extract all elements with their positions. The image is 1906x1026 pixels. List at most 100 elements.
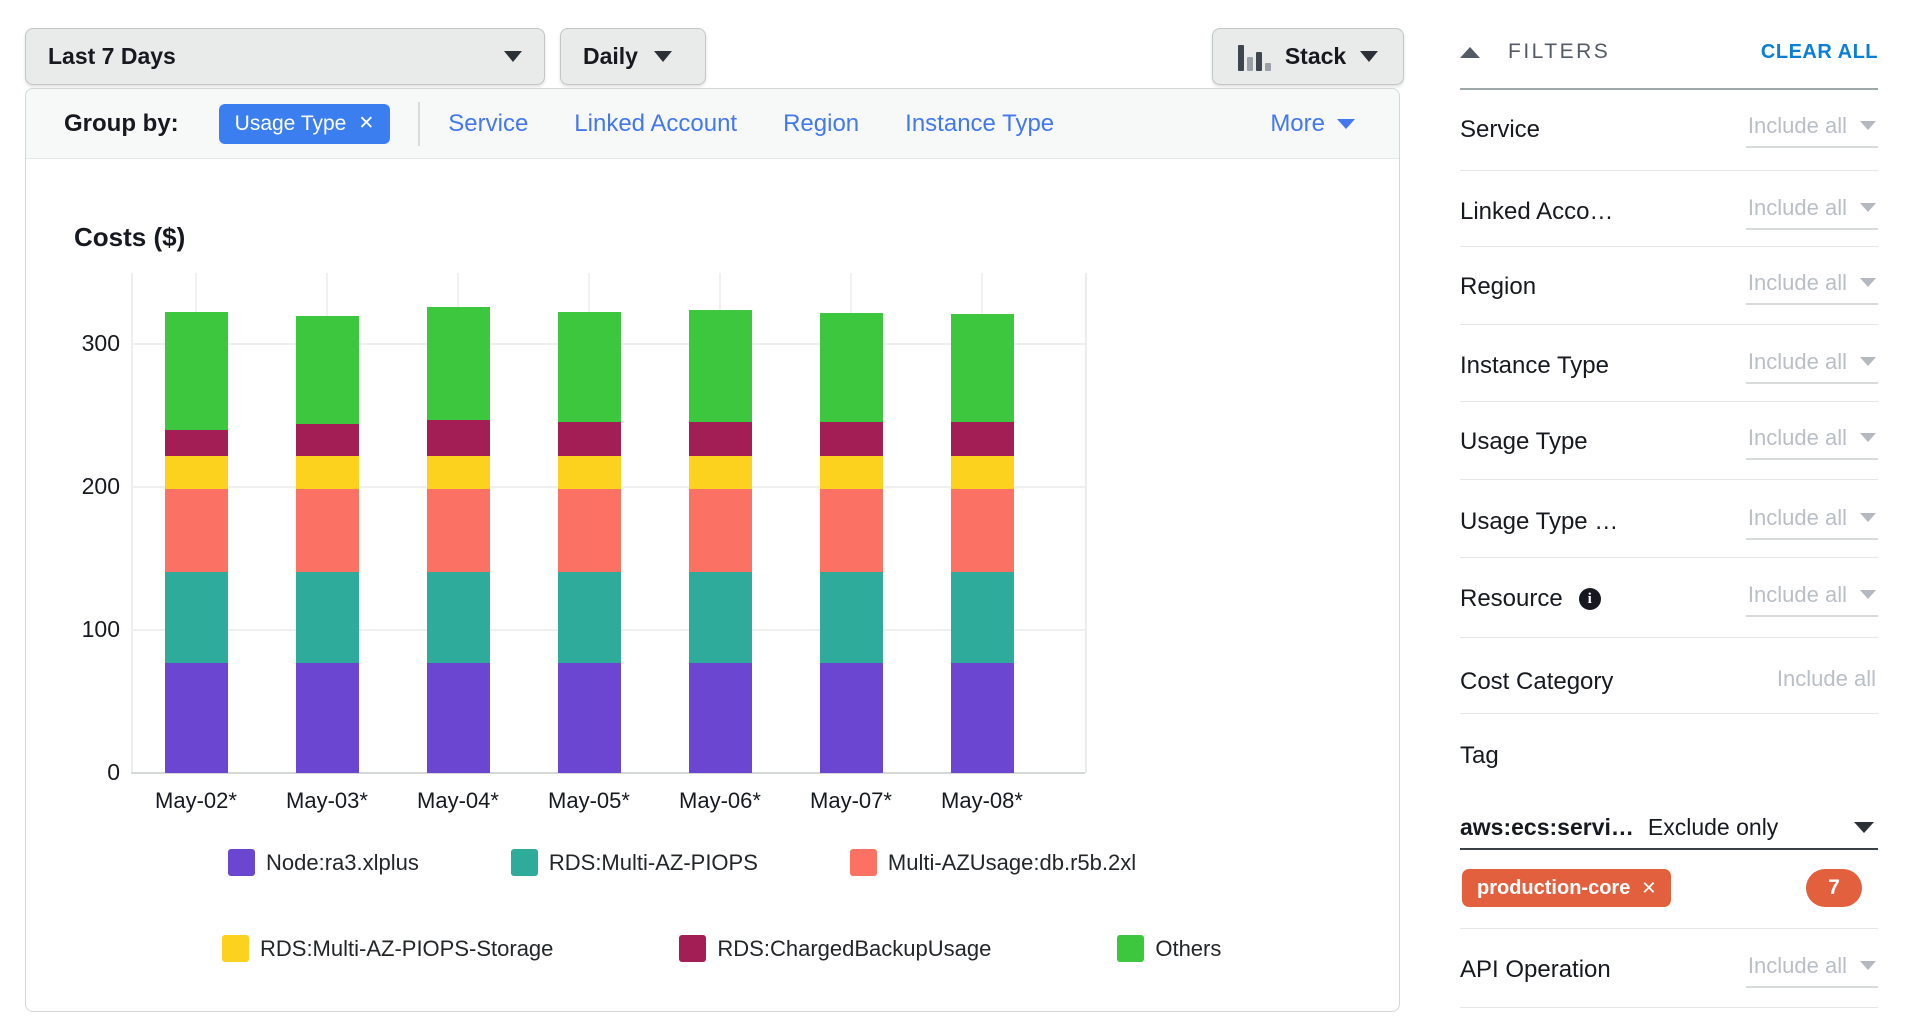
include-all-value: Include all — [1748, 582, 1847, 608]
tag-filter-dropdown[interactable]: aws:ecs:servi… Exclude only — [1460, 806, 1878, 850]
chart-legend-row-2: RDS:Multi-AZ-PIOPS-StorageRDS:ChargedBac… — [25, 935, 1400, 962]
filter-label-api-operation: API Operation — [1460, 956, 1611, 984]
divider — [1460, 479, 1878, 480]
group-by-more-dropdown[interactable]: More — [1270, 110, 1355, 138]
api-operation-include-dropdown[interactable]: Include all — [1746, 953, 1878, 988]
group-by-link-region[interactable]: Region — [783, 110, 859, 138]
legend-swatch — [222, 935, 249, 962]
bar-segment-rds-multi-az-piops-storage[interactable] — [296, 456, 359, 489]
filter-row-cost-category: Cost CategoryInclude all — [1460, 658, 1878, 706]
plot-left-edge — [131, 273, 133, 773]
bar-segment-others[interactable] — [296, 316, 359, 425]
y-axis-tick-label: 100 — [40, 616, 120, 643]
filter-label: Region — [1460, 273, 1536, 301]
chart-title: Costs ($) — [74, 222, 185, 253]
chevron-down-icon — [1860, 203, 1876, 212]
include-all-dropdown[interactable]: Include all — [1746, 113, 1878, 148]
include-all-value: Include all — [1748, 425, 1847, 451]
filter-label-tag: Tag — [1460, 742, 1499, 770]
bar-segment-rds-chargedbackupusage[interactable] — [558, 422, 621, 456]
include-all-dropdown[interactable]: Include all — [1746, 425, 1878, 460]
bar-segment-rds-multi-az-piops[interactable] — [427, 572, 490, 663]
bar-segment-rds-multi-az-piops[interactable] — [296, 572, 359, 663]
legend-swatch — [679, 935, 706, 962]
include-all-dropdown[interactable]: Include all — [1746, 195, 1878, 230]
bar-segment-multi-azusage-db-r5b-2xl[interactable] — [689, 489, 752, 572]
bar-segment-others[interactable] — [951, 314, 1014, 421]
more-label: More — [1270, 110, 1325, 138]
divider — [1460, 324, 1878, 325]
group-by-chip-usage-type[interactable]: Usage Type ✕ — [219, 104, 391, 144]
close-icon[interactable]: ✕ — [358, 112, 374, 135]
group-by-link-linked-account[interactable]: Linked Account — [574, 110, 737, 138]
group-by-link-service[interactable]: Service — [448, 110, 528, 138]
bar-segment-rds-multi-az-piops[interactable] — [689, 572, 752, 663]
bar-segment-rds-multi-az-piops-storage[interactable] — [951, 456, 1014, 489]
bar-segment-rds-chargedbackupusage[interactable] — [820, 422, 883, 456]
cost-explorer-page: Last 7 Days Daily Stack Group by: Usage … — [0, 0, 1906, 1026]
bar-segment-rds-multi-az-piops-storage[interactable] — [427, 456, 490, 489]
bar-segment-multi-azusage-db-r5b-2xl[interactable] — [951, 489, 1014, 572]
info-icon[interactable]: i — [1579, 588, 1601, 610]
include-all-dropdown[interactable]: Include all — [1746, 270, 1878, 305]
bar-segment-rds-multi-az-piops[interactable] — [820, 572, 883, 663]
group-by-links: Service Linked Account Region Instance Type — [448, 110, 1054, 138]
bar-segment-rds-multi-az-piops-storage[interactable] — [165, 456, 228, 489]
chevron-down-icon — [1860, 513, 1876, 522]
filter-label: Linked Acco… — [1460, 198, 1613, 226]
legend-label: Others — [1155, 936, 1221, 962]
bar-segment-others[interactable] — [689, 310, 752, 421]
bar-segment-rds-chargedbackupusage[interactable] — [689, 422, 752, 456]
bar-segment-others[interactable] — [558, 312, 621, 422]
filter-label: Instance Type — [1460, 352, 1609, 380]
bar-segment-multi-azusage-db-r5b-2xl[interactable] — [558, 489, 621, 572]
legend-swatch — [1117, 935, 1144, 962]
bar-segment-rds-multi-az-piops-storage[interactable] — [689, 456, 752, 489]
bar-segment-node-ra3-xlplus[interactable] — [296, 663, 359, 773]
chart-legend-row-1: Node:ra3.xlplusRDS:Multi-AZ-PIOPSMulti-A… — [25, 849, 1400, 876]
include-all-dropdown[interactable]: Include all — [1746, 582, 1878, 617]
include-all-value: Include all — [1748, 113, 1847, 139]
close-icon[interactable]: ✕ — [1641, 878, 1656, 899]
bar-segment-others[interactable] — [165, 312, 228, 431]
x-axis-tick-label: May-02* — [126, 788, 266, 814]
collapse-filters-icon[interactable] — [1460, 47, 1480, 58]
divider — [1460, 713, 1878, 714]
bar-segment-rds-multi-az-piops[interactable] — [558, 572, 621, 663]
bar-segment-node-ra3-xlplus[interactable] — [165, 663, 228, 773]
bar-segment-rds-chargedbackupusage[interactable] — [165, 430, 228, 456]
include-all-dropdown: Include all — [1775, 666, 1878, 699]
y-axis-tick-label: 200 — [40, 473, 120, 500]
filter-row-instance-type: Instance Type Include all — [1460, 342, 1878, 390]
bar-segment-multi-azusage-db-r5b-2xl[interactable] — [296, 489, 359, 572]
bar-segment-multi-azusage-db-r5b-2xl[interactable] — [820, 489, 883, 572]
bar-segment-multi-azusage-db-r5b-2xl[interactable] — [427, 489, 490, 572]
chevron-down-icon — [1854, 822, 1874, 833]
bar-segment-multi-azusage-db-r5b-2xl[interactable] — [165, 489, 228, 572]
chart-style-dropdown[interactable]: Stack — [1212, 28, 1404, 85]
chevron-down-icon — [1860, 590, 1876, 599]
legend-label: RDS:ChargedBackupUsage — [717, 936, 991, 962]
bar-segment-node-ra3-xlplus[interactable] — [820, 663, 883, 773]
group-by-link-instance-type[interactable]: Instance Type — [905, 110, 1054, 138]
filters-title: FILTERS — [1508, 40, 1610, 64]
bar-segment-rds-multi-az-piops[interactable] — [165, 572, 228, 663]
bar-segment-rds-chargedbackupusage[interactable] — [296, 424, 359, 455]
bar-segment-others[interactable] — [427, 307, 490, 420]
bar-segment-node-ra3-xlplus[interactable] — [427, 663, 490, 773]
include-all-dropdown[interactable]: Include all — [1746, 505, 1878, 540]
bar-segment-node-ra3-xlplus[interactable] — [558, 663, 621, 773]
bar-segment-rds-multi-az-piops-storage[interactable] — [558, 456, 621, 489]
bar-segment-others[interactable] — [820, 313, 883, 422]
granularity-dropdown[interactable]: Daily — [560, 28, 706, 85]
bar-segment-node-ra3-xlplus[interactable] — [689, 663, 752, 773]
bar-segment-node-ra3-xlplus[interactable] — [951, 663, 1014, 773]
bar-segment-rds-chargedbackupusage[interactable] — [951, 422, 1014, 456]
bar-segment-rds-multi-az-piops[interactable] — [951, 572, 1014, 663]
tag-value-chip[interactable]: production-core ✕ — [1462, 869, 1671, 907]
clear-all-button[interactable]: CLEAR ALL — [1761, 41, 1878, 64]
include-all-dropdown[interactable]: Include all — [1746, 349, 1878, 384]
bar-segment-rds-chargedbackupusage[interactable] — [427, 420, 490, 456]
date-range-dropdown[interactable]: Last 7 Days — [25, 28, 545, 85]
bar-segment-rds-multi-az-piops-storage[interactable] — [820, 456, 883, 489]
